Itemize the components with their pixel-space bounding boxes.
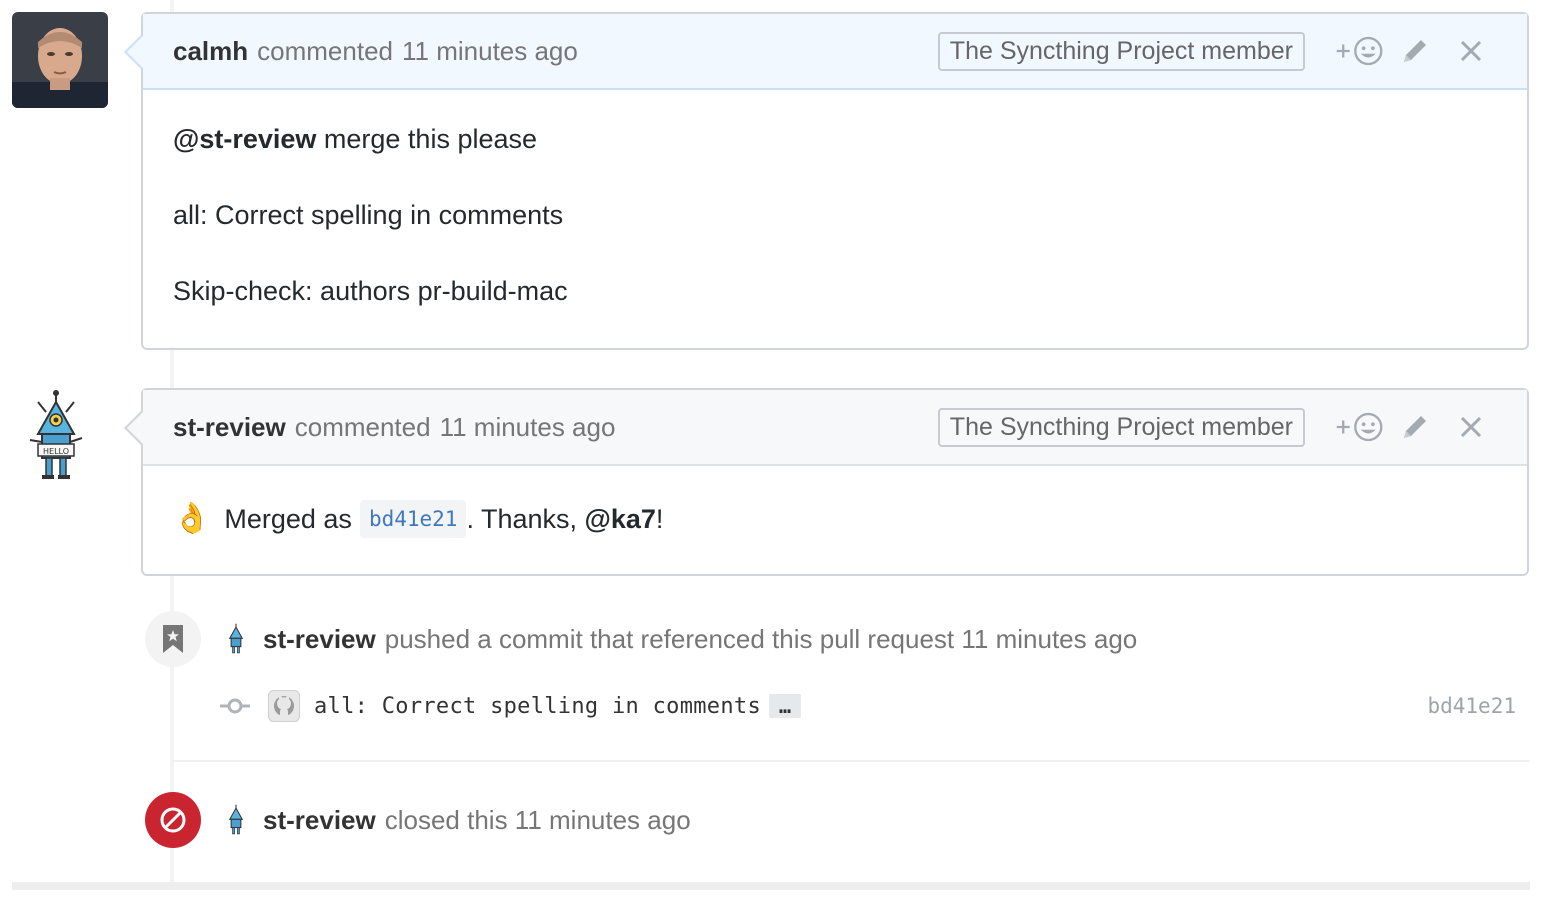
svg-text:HELLO: HELLO — [43, 447, 69, 456]
avatar-st-review[interactable]: HELLO — [24, 390, 88, 482]
pencil-icon[interactable] — [1389, 31, 1441, 71]
comment-header: calmh commented 11 minutes ago The Synct… — [124, 14, 1527, 90]
comment-actions: The Syncthing Project member — [937, 407, 1497, 447]
commit-row: all: Correct spelling in comments … bd41… — [220, 690, 1516, 722]
comment-author[interactable]: calmh — [173, 36, 248, 67]
commit-message[interactable]: all: Correct spelling in comments — [314, 694, 761, 719]
comment-author[interactable]: st-review — [173, 412, 286, 443]
member-badge: The Syncthing Project member — [937, 31, 1305, 71]
comment-time[interactable]: 11 minutes ago — [440, 412, 616, 443]
mini-avatar-st-review[interactable] — [223, 623, 249, 655]
event-text: closed this 11 minutes ago — [384, 804, 691, 835]
github-avatar-icon[interactable] — [268, 690, 300, 722]
circle-slash-icon — [145, 792, 201, 848]
avatar-calmh[interactable] — [12, 12, 108, 108]
pencil-icon[interactable] — [1389, 407, 1441, 447]
expand-commit-button[interactable]: … — [769, 694, 802, 718]
event-author[interactable]: st-review — [263, 624, 376, 655]
comment-header: st-review commented 11 minutes ago The S… — [124, 390, 1527, 466]
timeline-line — [170, 0, 174, 12]
user-mention[interactable]: @ka7 — [585, 504, 656, 534]
comment-text: ! — [655, 504, 664, 534]
ok-hand-emoji: 👌 — [173, 502, 211, 535]
comment-text: Merged as — [224, 504, 352, 534]
user-mention[interactable]: @st-review — [173, 124, 316, 154]
event-author[interactable]: st-review — [263, 805, 376, 836]
comment-body: @st-review merge this please all: Correc… — [143, 90, 1527, 336]
timeline-divider — [172, 760, 1530, 762]
comment-calmh: calmh commented 11 minutes ago The Synct… — [124, 12, 1529, 350]
comment-st-review: st-review commented 11 minutes ago The S… — [124, 388, 1529, 576]
comment-time[interactable]: 11 minutes ago — [402, 36, 578, 67]
comment-action: commented — [257, 35, 393, 66]
closed-event: st-review closed this 11 minutes ago — [145, 792, 691, 848]
comment-caret — [124, 35, 158, 69]
comment-line: all: Correct spelling in comments — [173, 200, 564, 230]
close-icon[interactable] — [1445, 407, 1497, 447]
close-icon[interactable] — [1445, 31, 1497, 71]
comment-line: 👌 Merged as bd41e21 . Thanks, @ka7 ! — [173, 500, 1497, 538]
add-reaction-icon[interactable] — [1333, 407, 1385, 447]
comment-line: @st-review merge this please — [173, 124, 1497, 154]
comment-text: merge this please — [316, 124, 538, 154]
commit-sha-link[interactable]: bd41e21 — [359, 500, 467, 538]
comment-body: 👌 Merged as bd41e21 . Thanks, @ka7 ! — [143, 466, 1527, 556]
comment-caret — [124, 411, 158, 445]
member-badge: The Syncthing Project member — [937, 407, 1305, 447]
commit-sha-link[interactable]: bd41e21 — [1427, 694, 1516, 718]
comment-text: . Thanks, — [466, 504, 585, 534]
timeline-line — [170, 350, 174, 388]
event-text: pushed a commit that referenced this pul… — [384, 623, 1138, 654]
comment-line: Skip-check: authors pr-build-mac — [173, 276, 568, 306]
add-reaction-icon[interactable] — [1333, 31, 1385, 71]
comment-actions: The Syncthing Project member — [937, 31, 1497, 71]
comment-action: commented — [294, 411, 431, 442]
mini-avatar-st-review[interactable] — [223, 804, 249, 836]
git-commit-icon — [220, 696, 250, 716]
timeline-end-bar — [12, 882, 1530, 890]
push-event: st-review pushed a commit that reference… — [145, 611, 1137, 667]
bookmark-icon — [145, 611, 201, 667]
